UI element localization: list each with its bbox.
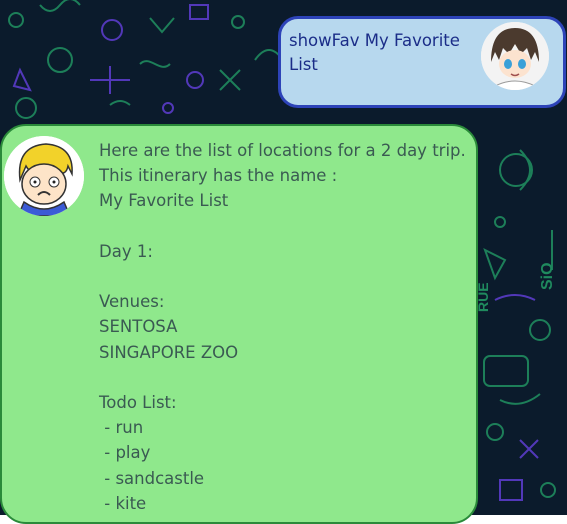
bot-line: - play [99,443,151,463]
blonde-cartoon-avatar-icon [4,136,84,216]
bot-line: SENTOSA [99,317,178,337]
anime-boy-avatar-icon [481,22,549,90]
bot-line: SINGAPORE ZOO [99,342,239,362]
bot-line [99,264,466,289]
user-message-text: showFav My Favorite List [289,31,460,74]
user-avatar [481,22,549,90]
bot-line: Day 1: [99,241,153,261]
bot-line [99,365,466,390]
bot-line: - sandcastle [99,468,205,488]
doodle-text-sio: SiO [539,262,556,290]
bot-line: Todo List: [99,393,177,413]
bot-line: - run [99,418,144,438]
bot-avatar [4,136,84,216]
bot-line: This itinerary has the name : [99,166,338,186]
bot-line: Venues: [99,292,165,312]
bot-line: My Favorite List [99,191,229,211]
bot-line [99,214,466,239]
bot-line: - kite [99,493,147,513]
bot-line: Here are the list of locations for a 2 d… [99,141,466,160]
